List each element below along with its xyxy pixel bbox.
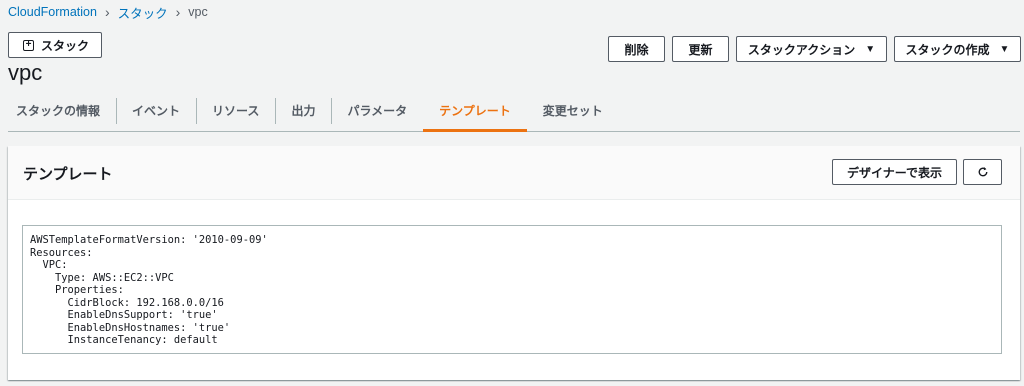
tab-template[interactable]: テンプレート xyxy=(423,90,527,132)
chevron-right-icon: › xyxy=(104,4,110,20)
code-line: EnableDnsSupport: 'true' xyxy=(30,309,218,321)
code-line: Resources: xyxy=(30,246,93,259)
create-stack-label: スタック xyxy=(41,38,90,53)
template-panel: テンプレート デザイナーで表示 AWSTemplateFormatVersion… xyxy=(8,146,1020,380)
breadcrumb: CloudFormation › スタック › vpc xyxy=(8,2,208,22)
chevron-right-icon: › xyxy=(175,4,181,20)
tab-events[interactable]: イベント xyxy=(116,90,196,131)
view-in-designer-button[interactable]: デザイナーで表示 xyxy=(832,159,957,185)
code-line: Type: AWS::EC2::VPC xyxy=(30,271,174,284)
tab-outputs[interactable]: 出力 xyxy=(275,90,331,131)
stack-actions-label: スタックアクション xyxy=(747,42,856,57)
refresh-icon xyxy=(978,167,987,177)
tab-change-sets[interactable]: 変更セット xyxy=(527,90,619,131)
breadcrumb-cloudformation-link[interactable]: CloudFormation xyxy=(8,5,97,19)
create-stack-menu-label: スタックの作成 xyxy=(905,42,990,57)
stack-detail-tabs: スタックの情報 イベント リソース 出力 パラメータ テンプレート 変更セット xyxy=(8,90,1020,132)
template-panel-header: テンプレート デザイナーで表示 xyxy=(8,146,1020,200)
update-button[interactable]: 更新 xyxy=(672,36,729,62)
stack-actions-dropdown[interactable]: スタックアクション ▼ xyxy=(736,36,887,62)
template-code: AWSTemplateFormatVersion: '2010-09-09' Re… xyxy=(22,225,1002,354)
breadcrumb-stacks-link[interactable]: スタック xyxy=(118,3,168,22)
create-stack-dropdown[interactable]: スタックの作成 ▼ xyxy=(894,36,1021,62)
code-line: VPC: xyxy=(30,259,68,271)
breadcrumb-current: vpc xyxy=(188,5,208,19)
caret-down-icon: ▼ xyxy=(865,43,876,55)
tab-stack-info[interactable]: スタックの情報 xyxy=(8,90,116,131)
code-line: EnableDnsHostnames: 'true' xyxy=(30,321,231,334)
delete-button[interactable]: 削除 xyxy=(608,36,665,62)
code-line: AWSTemplateFormatVersion: '2010-09-09' xyxy=(30,234,268,246)
tab-parameters[interactable]: パラメータ xyxy=(331,90,423,131)
create-stack-button[interactable]: + スタック xyxy=(8,32,102,58)
refresh-button[interactable] xyxy=(963,159,1002,185)
plus-box-icon: + xyxy=(23,39,34,51)
code-line: InstanceTenancy: default xyxy=(30,334,218,346)
code-line: Properties: xyxy=(30,284,124,296)
caret-down-icon: ▼ xyxy=(999,43,1010,55)
code-line: CidrBlock: 192.168.0.0/16 xyxy=(30,296,224,309)
template-panel-title: テンプレート xyxy=(23,166,113,183)
tab-resources[interactable]: リソース xyxy=(196,90,275,131)
page-title: vpc xyxy=(8,60,43,85)
